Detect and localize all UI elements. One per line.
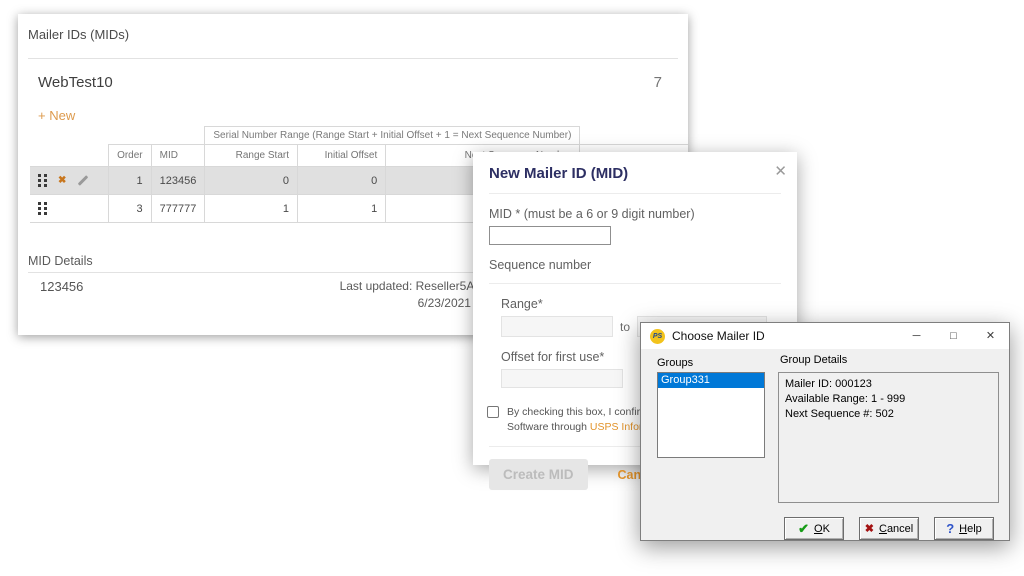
last-updated-by: Last updated: Reseller5Ad	[340, 278, 481, 295]
cell-initial-offset: 0	[298, 167, 386, 195]
close-icon[interactable]: ✕	[972, 323, 1009, 349]
cell-mid: 123456	[151, 167, 205, 195]
x-icon: ✖	[865, 522, 874, 535]
maximize-icon[interactable]: □	[935, 323, 972, 349]
mid-field-label: MID * (must be a 6 or 9 digit number)	[489, 207, 781, 221]
last-updated-date: 6/23/2021 9	[340, 295, 481, 312]
selected-mid-value: 123456	[40, 279, 83, 294]
detail-available-range: Available Range: 1 - 999	[785, 392, 992, 407]
cell-mid: 777777	[151, 195, 205, 223]
ok-button[interactable]: ✔ OK	[784, 517, 844, 540]
dialog-title: Choose Mailer ID	[672, 329, 898, 343]
choose-mailer-id-dialog: PS Choose Mailer ID ─ □ ✕ Groups Group33…	[640, 322, 1010, 541]
last-updated: Last updated: Reseller5Ad 6/23/2021 9	[340, 278, 481, 312]
close-icon[interactable]: ✕	[774, 162, 787, 180]
mid-count: 7	[654, 74, 662, 91]
cell-range-start: 0	[205, 167, 298, 195]
list-item-group331[interactable]: Group331	[658, 373, 764, 388]
table-group-header-row: Serial Number Range (Range Start + Initi…	[30, 127, 688, 145]
group-details-label: Group Details	[780, 354, 847, 366]
new-mid-button[interactable]: + New	[38, 108, 75, 123]
question-icon: ?	[946, 521, 954, 536]
title-divider	[28, 58, 678, 59]
groups-listbox[interactable]: Group331	[657, 372, 765, 458]
drag-handle-icon[interactable]	[38, 174, 47, 187]
range-start-input[interactable]	[501, 316, 613, 337]
help-button[interactable]: ? Help	[934, 517, 994, 540]
detail-next-sequence: Next Sequence #: 502	[785, 407, 992, 422]
cell-range-start: 1	[205, 195, 298, 223]
dialog-titlebar: PS Choose Mailer ID ─ □ ✕	[641, 323, 1009, 349]
modal-divider	[489, 193, 781, 194]
col-order: Order	[109, 145, 152, 167]
page-title: Mailer IDs (MIDs)	[28, 27, 129, 42]
serial-number-range-header: Serial Number Range (Range Start + Initi…	[205, 127, 580, 145]
col-initial-offset: Initial Offset	[298, 145, 386, 167]
detail-mailer-id: Mailer ID: 000123	[785, 377, 992, 392]
check-icon: ✔	[798, 521, 809, 537]
stage: Mailer IDs (MIDs) WebTest10 7 + New Seri…	[0, 0, 1024, 576]
create-mid-button[interactable]: Create MID	[489, 459, 588, 490]
modal-title: New Mailer ID (MID)	[489, 165, 781, 182]
confirm-checkbox[interactable]	[487, 406, 499, 418]
offset-input[interactable]	[501, 369, 623, 388]
modal-divider	[489, 283, 781, 284]
mid-details-title: MID Details	[28, 254, 93, 268]
groups-label: Groups	[657, 357, 693, 369]
group-details-panel: Mailer ID: 000123 Available Range: 1 - 9…	[778, 372, 999, 503]
cell-order: 1	[109, 167, 152, 195]
drag-handle-icon[interactable]	[38, 202, 47, 215]
to-label: to	[620, 320, 630, 334]
edit-pencil-icon[interactable]	[78, 175, 89, 186]
col-mid: MID	[151, 145, 205, 167]
cell-order: 3	[109, 195, 152, 223]
minimize-icon[interactable]: ─	[898, 323, 935, 349]
group-name: WebTest10	[38, 74, 113, 91]
confirm-text-line2: Software through	[507, 421, 590, 433]
app-logo-icon: PS	[650, 329, 665, 344]
dialog-body: Groups Group331 Group Details Mailer ID:…	[641, 349, 1009, 540]
col-range-start: Range Start	[205, 145, 298, 167]
delete-icon[interactable]: ✖	[58, 176, 66, 186]
cell-initial-offset: 1	[298, 195, 386, 223]
mid-input[interactable]	[489, 226, 611, 245]
range-label: Range*	[501, 297, 781, 311]
sequence-number-label: Sequence number	[489, 258, 781, 272]
cancel-button[interactable]: ✖ Cancel	[859, 517, 919, 540]
